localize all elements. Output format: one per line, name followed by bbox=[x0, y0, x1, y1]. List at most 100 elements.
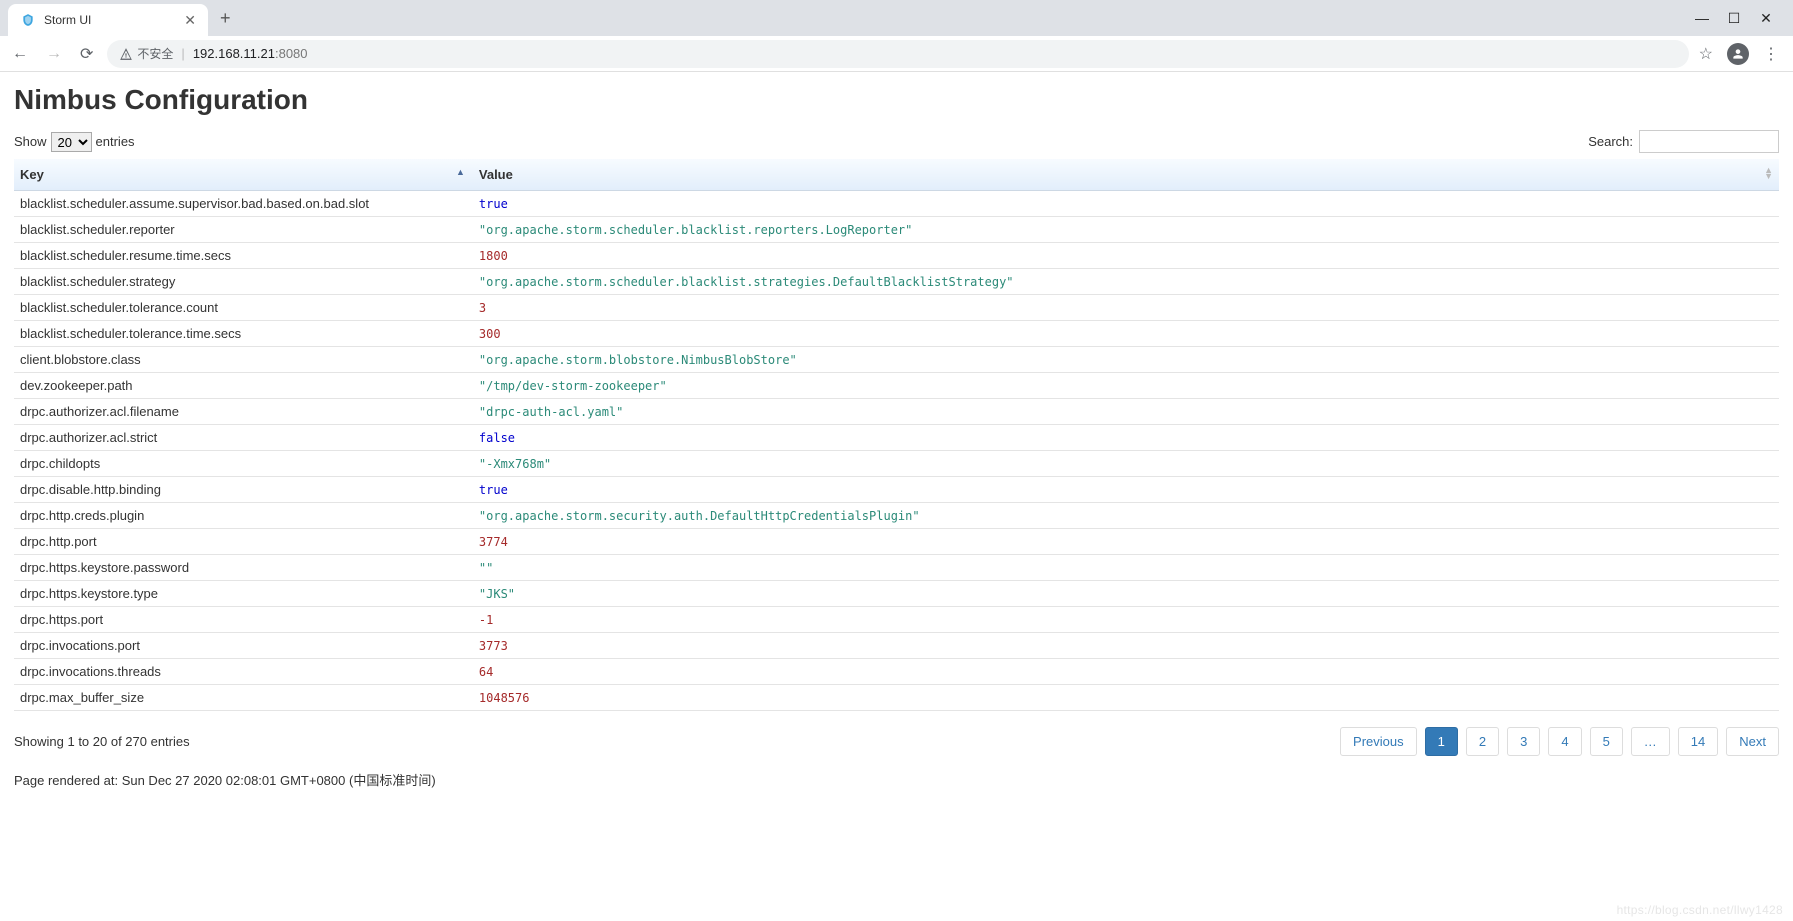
table-row: drpc.https.port-1 bbox=[14, 607, 1779, 633]
url-port: :8080 bbox=[275, 46, 308, 61]
nav-forward-button[interactable]: → bbox=[42, 41, 66, 67]
pagination-page-4[interactable]: 4 bbox=[1548, 727, 1581, 756]
config-value: false bbox=[473, 425, 1779, 451]
search-input[interactable] bbox=[1639, 130, 1779, 153]
config-value: true bbox=[473, 477, 1779, 503]
config-value: "org.apache.storm.blobstore.NimbusBlobSt… bbox=[473, 347, 1779, 373]
window-minimize-button[interactable]: — bbox=[1695, 10, 1709, 27]
table-row: blacklist.scheduler.tolerance.count3 bbox=[14, 295, 1779, 321]
pagination-page-5[interactable]: 5 bbox=[1590, 727, 1623, 756]
render-timestamp: Page rendered at: Sun Dec 27 2020 02:08:… bbox=[14, 770, 1779, 789]
table-row: drpc.http.creds.plugin"org.apache.storm.… bbox=[14, 503, 1779, 529]
table-info: Showing 1 to 20 of 270 entries bbox=[14, 734, 190, 749]
browser-tab[interactable]: Storm UI ✕ bbox=[8, 4, 208, 36]
table-row: drpc.authorizer.acl.filename"drpc-auth-a… bbox=[14, 399, 1779, 425]
table-row: blacklist.scheduler.resume.time.secs1800 bbox=[14, 243, 1779, 269]
bookmark-star-icon[interactable]: ☆ bbox=[1699, 44, 1713, 64]
pagination-page-14[interactable]: 14 bbox=[1678, 727, 1718, 756]
config-value: 3773 bbox=[473, 633, 1779, 659]
window-close-button[interactable]: ✕ bbox=[1759, 10, 1773, 27]
table-row: drpc.https.keystore.type"JKS" bbox=[14, 581, 1779, 607]
table-row: blacklist.scheduler.reporter"org.apache.… bbox=[14, 217, 1779, 243]
entries-label: entries bbox=[96, 134, 135, 149]
table-row: drpc.invocations.port3773 bbox=[14, 633, 1779, 659]
config-key: dev.zookeeper.path bbox=[14, 373, 473, 399]
pagination-page-2[interactable]: 2 bbox=[1466, 727, 1499, 756]
config-value: "org.apache.storm.security.auth.DefaultH… bbox=[473, 503, 1779, 529]
config-key: blacklist.scheduler.assume.supervisor.ba… bbox=[14, 191, 473, 217]
column-header-value[interactable]: Value▲▼ bbox=[473, 159, 1779, 191]
search-label: Search: bbox=[1588, 134, 1633, 149]
table-row: drpc.authorizer.acl.strictfalse bbox=[14, 425, 1779, 451]
config-value: 1800 bbox=[473, 243, 1779, 269]
table-row: drpc.childopts"-Xmx768m" bbox=[14, 451, 1779, 477]
config-key: drpc.http.port bbox=[14, 529, 473, 555]
config-key: drpc.authorizer.acl.filename bbox=[14, 399, 473, 425]
column-header-key[interactable]: Key bbox=[14, 159, 473, 191]
config-value: 64 bbox=[473, 659, 1779, 685]
pagination-next-button[interactable]: Next bbox=[1726, 727, 1779, 756]
config-table: Key Value▲▼ blacklist.scheduler.assume.s… bbox=[14, 159, 1779, 711]
config-key: drpc.https.port bbox=[14, 607, 473, 633]
table-row: blacklist.scheduler.assume.supervisor.ba… bbox=[14, 191, 1779, 217]
config-value: "org.apache.storm.scheduler.blacklist.st… bbox=[473, 269, 1779, 295]
config-key: blacklist.scheduler.tolerance.count bbox=[14, 295, 473, 321]
new-tab-button[interactable]: + bbox=[208, 8, 243, 29]
config-value: 300 bbox=[473, 321, 1779, 347]
browser-tab-bar: Storm UI ✕ + — ☐ ✕ bbox=[0, 0, 1793, 36]
entries-per-page-select[interactable]: 20 bbox=[51, 132, 92, 152]
config-value: 1048576 bbox=[473, 685, 1779, 711]
config-key: drpc.http.creds.plugin bbox=[14, 503, 473, 529]
show-label: Show bbox=[14, 134, 47, 149]
url-input[interactable]: 不安全 | 192.168.11.21:8080 bbox=[107, 40, 1688, 68]
favicon-icon bbox=[20, 12, 36, 28]
profile-avatar-icon[interactable] bbox=[1727, 43, 1749, 65]
watermark: https://blog.csdn.net/llwy1428 bbox=[1617, 903, 1783, 917]
tab-title: Storm UI bbox=[44, 13, 176, 27]
nav-reload-button[interactable]: ⟳ bbox=[76, 40, 97, 68]
table-row: dev.zookeeper.path"/tmp/dev-storm-zookee… bbox=[14, 373, 1779, 399]
config-key: blacklist.scheduler.tolerance.time.secs bbox=[14, 321, 473, 347]
config-key: drpc.childopts bbox=[14, 451, 473, 477]
browser-menu-icon[interactable]: ⋮ bbox=[1763, 44, 1779, 64]
config-key: drpc.https.keystore.type bbox=[14, 581, 473, 607]
table-row: blacklist.scheduler.tolerance.time.secs3… bbox=[14, 321, 1779, 347]
config-key: blacklist.scheduler.strategy bbox=[14, 269, 473, 295]
config-key: drpc.invocations.threads bbox=[14, 659, 473, 685]
config-value: "drpc-auth-acl.yaml" bbox=[473, 399, 1779, 425]
nav-back-button[interactable]: ← bbox=[8, 41, 32, 67]
table-row: drpc.disable.http.bindingtrue bbox=[14, 477, 1779, 503]
config-value: 3 bbox=[473, 295, 1779, 321]
config-key: blacklist.scheduler.reporter bbox=[14, 217, 473, 243]
config-key: drpc.max_buffer_size bbox=[14, 685, 473, 711]
config-value: "-Xmx768m" bbox=[473, 451, 1779, 477]
url-separator: | bbox=[181, 46, 184, 61]
config-value: "" bbox=[473, 555, 1779, 581]
config-value: "/tmp/dev-storm-zookeeper" bbox=[473, 373, 1779, 399]
table-row: drpc.https.keystore.password"" bbox=[14, 555, 1779, 581]
pagination-page-1[interactable]: 1 bbox=[1425, 727, 1458, 756]
table-row: drpc.http.port3774 bbox=[14, 529, 1779, 555]
pagination-ellipsis[interactable]: … bbox=[1631, 727, 1670, 756]
config-value: true bbox=[473, 191, 1779, 217]
pagination-previous-button[interactable]: Previous bbox=[1340, 727, 1417, 756]
pagination-page-3[interactable]: 3 bbox=[1507, 727, 1540, 756]
config-key: drpc.invocations.port bbox=[14, 633, 473, 659]
config-key: drpc.https.keystore.password bbox=[14, 555, 473, 581]
url-host: 192.168.11.21 bbox=[193, 46, 275, 61]
config-value: "org.apache.storm.scheduler.blacklist.re… bbox=[473, 217, 1779, 243]
table-row: blacklist.scheduler.strategy"org.apache.… bbox=[14, 269, 1779, 295]
window-maximize-button[interactable]: ☐ bbox=[1727, 10, 1741, 27]
page-title: Nimbus Configuration bbox=[14, 84, 1779, 116]
config-value: 3774 bbox=[473, 529, 1779, 555]
address-bar: ← → ⟳ 不安全 | 192.168.11.21:8080 ☆ ⋮ bbox=[0, 36, 1793, 72]
config-key: blacklist.scheduler.resume.time.secs bbox=[14, 243, 473, 269]
config-key: client.blobstore.class bbox=[14, 347, 473, 373]
table-row: drpc.invocations.threads64 bbox=[14, 659, 1779, 685]
pagination: Previous 12345 … 14 Next bbox=[1340, 727, 1779, 756]
table-row: client.blobstore.class"org.apache.storm.… bbox=[14, 347, 1779, 373]
config-value: -1 bbox=[473, 607, 1779, 633]
table-row: drpc.max_buffer_size1048576 bbox=[14, 685, 1779, 711]
tab-close-icon[interactable]: ✕ bbox=[184, 12, 196, 29]
config-key: drpc.authorizer.acl.strict bbox=[14, 425, 473, 451]
